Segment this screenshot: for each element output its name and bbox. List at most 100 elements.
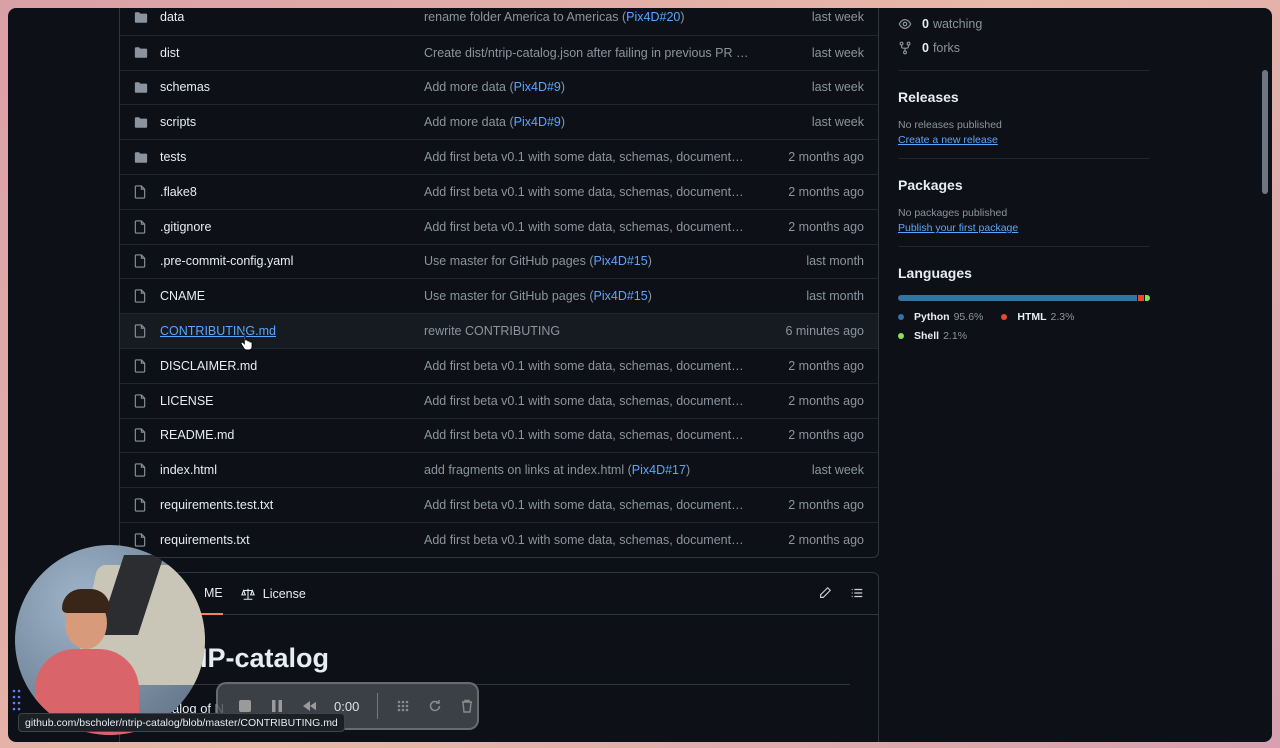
publish-package-link[interactable]: Publish your first package <box>898 222 1150 234</box>
language-item[interactable]: Python 95.6% <box>898 311 983 323</box>
pause-icon[interactable] <box>270 699 284 713</box>
file-name-link[interactable]: DISCLAIMER.md <box>156 359 424 373</box>
file-icon <box>134 498 156 512</box>
file-row[interactable]: CNAME Use master for GitHub pages (Pix4D#… <box>120 278 878 313</box>
page-scrollbar[interactable] <box>1262 70 1268 194</box>
commit-message[interactable]: Use master for GitHub pages (Pix4D#15) <box>424 289 768 303</box>
language-item[interactable]: Shell 2.1% <box>898 330 967 342</box>
pr-ref-link[interactable]: Pix4D#17 <box>632 463 686 477</box>
file-name-link[interactable]: index.html <box>156 463 424 477</box>
file-row[interactable]: index.html add fragments on links at inde… <box>120 452 878 487</box>
file-row[interactable]: schemas Add more data (Pix4D#9) last week <box>120 69 878 105</box>
commit-message[interactable]: Add first beta v0.1 with some data, sche… <box>424 498 768 512</box>
file-name-link[interactable]: README.md <box>156 428 424 442</box>
commit-message[interactable]: Add first beta v0.1 with some data, sche… <box>424 150 768 164</box>
commit-date: 2 months ago <box>788 219 864 234</box>
file-list: data rename folder America to Americas (P… <box>119 8 879 558</box>
language-item[interactable]: HTML 2.3% <box>1001 311 1074 323</box>
pr-ref-link[interactable]: Pix4D#15 <box>594 289 648 303</box>
file-name-link[interactable]: .flake8 <box>156 185 424 199</box>
file-row[interactable]: requirements.txt Add first beta v0.1 with… <box>120 521 878 557</box>
commit-date: 2 months ago <box>788 532 864 547</box>
readme-header: ME License <box>120 573 878 615</box>
outline-list-icon[interactable] <box>850 586 864 600</box>
language-bar-segment <box>1138 295 1144 301</box>
releases-title[interactable]: Releases <box>898 89 1150 105</box>
commit-message[interactable]: Add first beta v0.1 with some data, sche… <box>424 359 768 373</box>
commit-message[interactable]: Add first beta v0.1 with some data, sche… <box>424 533 768 547</box>
trash-icon[interactable] <box>460 699 474 713</box>
recording-time: 0:00 <box>334 698 360 714</box>
pr-ref-link[interactable]: Pix4D#9 <box>514 80 561 94</box>
file-name-link[interactable]: CNAME <box>156 289 424 303</box>
file-name-link[interactable]: schemas <box>156 80 424 94</box>
file-icon <box>134 394 156 408</box>
file-icon <box>134 533 156 547</box>
file-row[interactable]: DISCLAIMER.md Add first beta v0.1 with so… <box>120 347 878 383</box>
file-row[interactable]: dist Create dist/ntrip-catalog.json after… <box>120 34 878 70</box>
commit-date: last month <box>806 289 864 304</box>
pencil-icon[interactable] <box>818 586 832 600</box>
file-row[interactable]: CONTRIBUTING.md rewrite CONTRIBUTING 6 min… <box>120 313 878 348</box>
repo-sidebar: 0 watching 0 forks Releases No releases pu… <box>898 8 1150 349</box>
rewind-icon[interactable] <box>302 699 316 713</box>
language-bar <box>898 295 1150 301</box>
commit-message[interactable]: Add more data (Pix4D#9) <box>424 115 768 129</box>
commit-message[interactable]: Add first beta v0.1 with some data, sche… <box>424 428 768 442</box>
file-name-link[interactable]: dist <box>156 46 424 60</box>
file-row[interactable]: .pre-commit-config.yaml Use master for Gi… <box>120 243 878 279</box>
file-name-link[interactable]: scripts <box>156 115 424 129</box>
commit-date: 2 months ago <box>788 498 864 513</box>
file-name-link[interactable]: LICENSE <box>156 394 424 408</box>
file-row[interactable]: data rename folder America to Americas (P… <box>120 8 878 35</box>
watching-stat[interactable]: 0 watching <box>898 12 1150 36</box>
commit-message[interactable]: Add more data (Pix4D#9) <box>424 80 768 94</box>
file-row[interactable]: .flake8 Add first beta v0.1 with some dat… <box>120 173 878 209</box>
pr-ref-link[interactable]: Pix4D#15 <box>594 254 648 268</box>
create-release-link[interactable]: Create a new release <box>898 134 1150 146</box>
file-name-link[interactable]: data <box>156 10 424 24</box>
packages-title[interactable]: Packages <box>898 177 1150 193</box>
language-color-dot <box>898 314 904 320</box>
commit-message[interactable]: Use master for GitHub pages (Pix4D#15) <box>424 254 768 268</box>
commit-date: 6 minutes ago <box>785 324 864 339</box>
forks-stat[interactable]: 0 forks <box>898 36 1150 60</box>
file-row[interactable]: .gitignore Add first beta v0.1 with some … <box>120 208 878 244</box>
tab-license[interactable]: License <box>240 573 306 615</box>
file-row[interactable]: README.md Add first beta v0.1 with some d… <box>120 417 878 453</box>
commit-message[interactable]: Add first beta v0.1 with some data, sche… <box>424 220 768 234</box>
pr-ref-link[interactable]: Pix4D#9 <box>514 115 561 129</box>
packages-empty-text: No packages published <box>898 207 1008 219</box>
webcam-overlay <box>15 545 205 735</box>
language-list: Python 95.6% HTML 2.3% Shell 2.1% <box>898 311 1150 349</box>
commit-date: last week <box>811 463 864 478</box>
commit-message[interactable]: rename folder America to Americas (Pix4D… <box>424 10 768 24</box>
commit-message[interactable]: rewrite CONTRIBUTING <box>424 324 768 338</box>
commit-message[interactable]: Create dist/ntrip-catalog.json after fai… <box>424 46 768 60</box>
drag-handle-icon[interactable] <box>12 688 22 714</box>
file-row[interactable]: requirements.test.txt Add first beta v0.1… <box>120 487 878 522</box>
pr-ref-link[interactable]: Pix4D#20 <box>626 10 680 24</box>
file-icon <box>134 289 156 303</box>
commit-message[interactable]: Add first beta v0.1 with some data, sche… <box>424 394 768 408</box>
packages-section: Packages No packages published Publish y… <box>898 158 1150 234</box>
file-icon <box>134 428 156 443</box>
language-bar-segment <box>1144 295 1150 301</box>
grid-dots-icon[interactable] <box>396 699 410 713</box>
file-name-link[interactable]: tests <box>156 150 424 164</box>
file-name-link[interactable]: CONTRIBUTING.md <box>156 324 424 338</box>
file-row[interactable]: scripts Add more data (Pix4D#9) last week <box>120 104 878 139</box>
file-name-link[interactable]: .gitignore <box>156 220 424 234</box>
file-name-link[interactable]: requirements.txt <box>156 533 424 547</box>
file-name-link[interactable]: requirements.test.txt <box>156 498 424 512</box>
file-name-link[interactable]: .pre-commit-config.yaml <box>156 254 424 268</box>
commit-date: last month <box>806 254 864 269</box>
file-row[interactable]: tests Add first beta v0.1 with some data,… <box>120 139 878 174</box>
commit-message[interactable]: Add first beta v0.1 with some data, sche… <box>424 185 768 199</box>
file-icon <box>134 359 156 373</box>
restart-icon[interactable] <box>428 699 442 713</box>
commit-message[interactable]: add fragments on links at index.html (Pi… <box>424 463 768 477</box>
file-row[interactable]: LICENSE Add first beta v0.1 with some dat… <box>120 382 878 418</box>
stop-icon[interactable] <box>238 699 252 713</box>
folder-icon <box>134 11 156 24</box>
